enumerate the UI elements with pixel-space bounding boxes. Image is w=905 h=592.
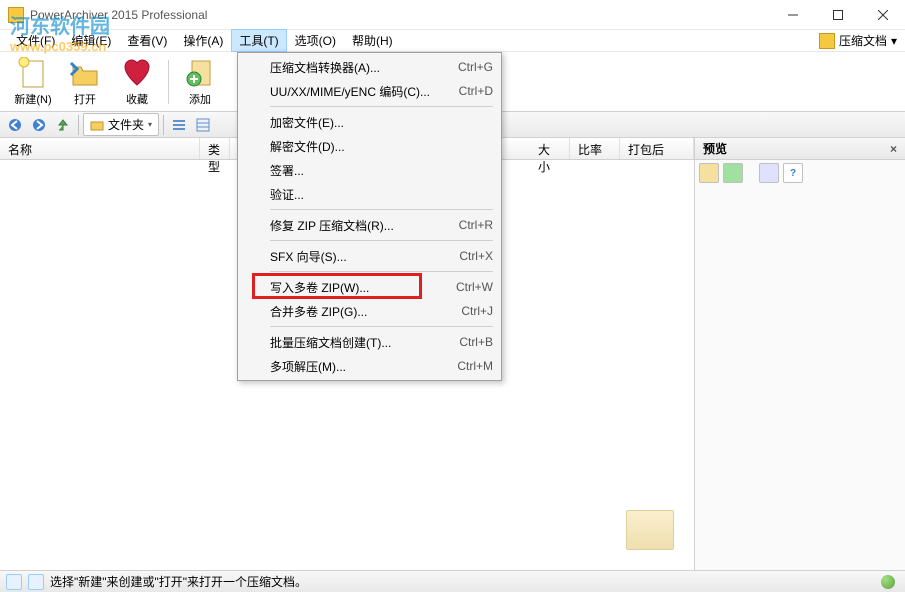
preview-title: 预览 [703,140,890,157]
open-icon [69,57,101,89]
statusbar: 选择"新建"来创建或"打开"来打开一个压缩文档。 [0,570,905,592]
window-title: PowerArchiver 2015 Professional [30,8,770,22]
preview-toolbar: ? [695,160,905,186]
add-icon [184,57,216,89]
nav-up-button[interactable] [52,114,74,136]
folder-placeholder-icon [626,510,674,550]
column-name[interactable]: 名称 [0,138,200,159]
menu-edit[interactable]: 编辑(E) [63,29,119,52]
status-icon-1[interactable] [6,574,22,590]
archive-label: 压缩文档 [839,32,887,49]
titlebar: PowerArchiver 2015 Professional [0,0,905,30]
menu-item-converter[interactable]: 压缩文档转换器(A)...Ctrl+G [240,55,499,79]
folders-label: 文件夹 [108,116,144,133]
nav-separator [163,115,164,135]
menu-help[interactable]: 帮助(H) [344,29,401,52]
add-button[interactable]: 添加 [175,56,225,108]
heart-icon [121,57,153,89]
favorites-button[interactable]: 收藏 [112,56,162,108]
status-led-icon [881,575,895,589]
nav-separator [78,115,79,135]
new-button[interactable]: 新建(N) [8,56,58,108]
menu-actions[interactable]: 操作(A) [175,29,231,52]
menu-file[interactable]: 文件(F) [8,29,63,52]
new-icon [17,57,49,89]
column-ratio[interactable]: 比率 [570,138,620,159]
preview-pane: 预览 × ? [695,138,905,570]
toolbar-separator [168,60,169,104]
menu-tools[interactable]: 工具(T) [231,29,286,52]
column-packed[interactable]: 打包后 [620,138,694,159]
new-label: 新建(N) [14,91,51,107]
menu-separator [270,240,493,241]
close-button[interactable] [860,1,905,29]
status-icon-2[interactable] [28,574,44,590]
preview-header: 预览 × [695,138,905,160]
folders-dropdown[interactable]: 文件夹 ▾ [83,113,159,136]
chevron-down-icon: ▾ [148,120,152,129]
menu-item-multi-extract[interactable]: 多项解压(M)...Ctrl+M [240,354,499,378]
status-text: 选择"新建"来创建或"打开"来打开一个压缩文档。 [50,573,307,590]
column-size[interactable]: 大小 [530,138,570,159]
view-list-button[interactable] [168,114,190,136]
maximize-button[interactable] [815,1,860,29]
menu-item-sfx-wizard[interactable]: SFX 向导(S)...Ctrl+X [240,244,499,268]
menu-item-write-multivolume[interactable]: 写入多卷 ZIP(W)...Ctrl+W [240,275,499,299]
menu-item-decrypt[interactable]: 解密文件(D)... [240,134,499,158]
menu-item-batch-create[interactable]: 批量压缩文档创建(T)...Ctrl+B [240,330,499,354]
nav-back-button[interactable] [4,114,26,136]
menu-item-verify[interactable]: 验证... [240,182,499,206]
menu-view[interactable]: 查看(V) [119,29,175,52]
tools-dropdown-menu: 压缩文档转换器(A)...Ctrl+G UU/XX/MIME/yENC 编码(C… [237,52,502,381]
archive-icon [819,33,835,49]
menu-item-encode[interactable]: UU/XX/MIME/yENC 编码(C)...Ctrl+D [240,79,499,103]
preview-help-button[interactable]: ? [783,163,803,183]
menu-separator [270,326,493,327]
menubar-right[interactable]: 压缩文档 ▾ [819,32,897,49]
app-icon [8,7,24,23]
menu-item-merge-multivolume[interactable]: 合并多卷 ZIP(G)...Ctrl+J [240,299,499,323]
preview-btn-3[interactable] [759,163,779,183]
minimize-button[interactable] [770,1,815,29]
open-button[interactable]: 打开 [60,56,110,108]
menu-item-repair-zip[interactable]: 修复 ZIP 压缩文档(R)...Ctrl+R [240,213,499,237]
column-type[interactable]: 类型 [200,138,230,159]
view-details-button[interactable] [192,114,214,136]
nav-forward-button[interactable] [28,114,50,136]
add-label: 添加 [189,91,211,107]
menu-separator [270,209,493,210]
menu-separator [270,271,493,272]
preview-btn-1[interactable] [699,163,719,183]
open-label: 打开 [74,91,96,107]
menu-item-sign[interactable]: 签署... [240,158,499,182]
folder-icon [90,118,104,132]
preview-close-button[interactable]: × [890,142,897,156]
menu-item-encrypt[interactable]: 加密文件(E)... [240,110,499,134]
menubar: 文件(F) 编辑(E) 查看(V) 操作(A) 工具(T) 选项(O) 帮助(H… [0,30,905,52]
menu-separator [270,106,493,107]
chevron-down-icon: ▾ [891,34,897,48]
preview-btn-2[interactable] [723,163,743,183]
favorites-label: 收藏 [126,91,148,107]
menu-options[interactable]: 选项(O) [287,29,344,52]
